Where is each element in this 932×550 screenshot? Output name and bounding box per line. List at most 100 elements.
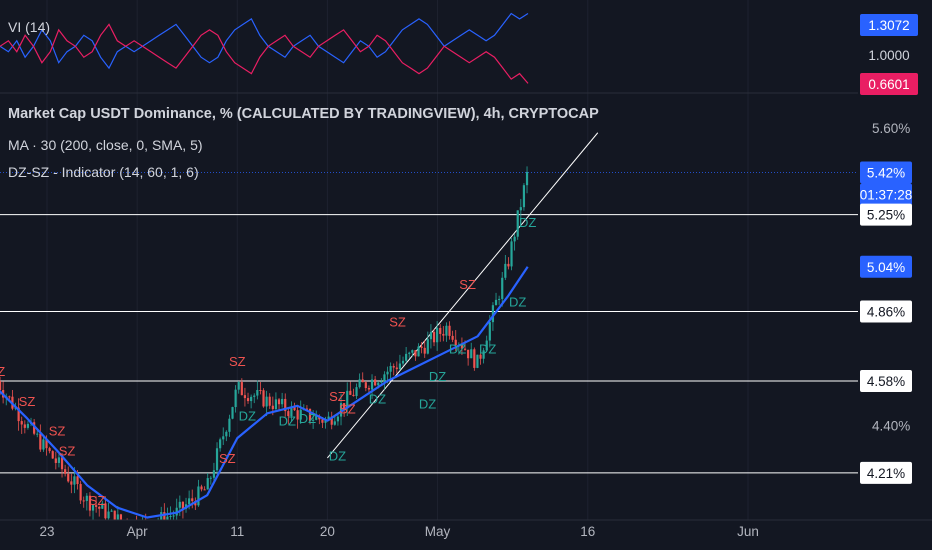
candle-body xyxy=(498,298,501,300)
ma-indicator-legend[interactable]: MA · 30 (200, close, 0, SMA, 5) xyxy=(8,137,203,153)
candle-body xyxy=(20,421,23,425)
candle-body xyxy=(188,498,191,505)
dz-label: DZ xyxy=(369,391,386,406)
price-badge: 4.86% xyxy=(860,300,912,323)
price-badge-label: 5.04% xyxy=(867,260,905,275)
candle-body xyxy=(178,501,181,508)
candle-body xyxy=(504,263,507,278)
candle-body xyxy=(420,346,423,348)
candle-body xyxy=(429,332,433,340)
candle-body xyxy=(259,389,262,391)
candle-body xyxy=(0,381,2,391)
candle-body xyxy=(39,433,42,450)
dz-sz-indicator-legend[interactable]: DZ-SZ - Indicator (14, 60, 1, 6) xyxy=(8,164,199,180)
vortex-indicator-legend[interactable]: VI (14) xyxy=(8,19,50,35)
sz-label: SZ xyxy=(219,451,236,466)
candle-body xyxy=(219,439,222,449)
dz-label: DZ xyxy=(479,342,496,357)
x-tick-label: Apr xyxy=(127,524,149,539)
price-badge: 4.21% xyxy=(860,461,912,484)
candle-body xyxy=(488,322,491,341)
candle-body xyxy=(281,398,284,405)
price-badge-label: 4.21% xyxy=(867,466,905,481)
price-badge: 01:37:28 xyxy=(860,183,912,206)
candle-body xyxy=(237,382,240,390)
candle-body xyxy=(374,379,377,386)
candle-body xyxy=(392,365,395,368)
candle-body xyxy=(417,346,420,357)
candle-body xyxy=(206,478,209,490)
dz-label: DZ xyxy=(419,396,436,411)
dz-label: DZ xyxy=(279,414,296,429)
sz-label: SZ xyxy=(19,394,36,409)
candle-body xyxy=(355,387,358,397)
x-tick-label: 20 xyxy=(320,524,335,539)
candle-body xyxy=(228,418,231,432)
candle-body xyxy=(432,332,436,343)
candle-body xyxy=(23,424,26,428)
candle-body xyxy=(172,515,175,517)
candle-body xyxy=(107,511,110,519)
candle-body xyxy=(352,394,355,397)
candle-body xyxy=(67,473,70,482)
candle-body xyxy=(467,349,470,359)
candle-body xyxy=(494,299,498,306)
candle-body xyxy=(73,476,76,485)
x-tick-label: May xyxy=(425,524,451,539)
candle-body xyxy=(473,349,476,368)
candle-body xyxy=(513,236,516,242)
candle-body xyxy=(364,382,367,389)
candle-body xyxy=(203,489,206,491)
candle-body xyxy=(411,350,414,353)
candle-body xyxy=(36,433,39,435)
candle-body xyxy=(110,510,113,512)
x-tick-label: 16 xyxy=(580,524,595,539)
candle-body xyxy=(200,486,203,490)
dz-label: DZ xyxy=(509,295,526,310)
x-tick-label: Jun xyxy=(737,524,759,539)
candle-body xyxy=(333,421,336,425)
candle-body xyxy=(246,398,250,402)
candle-body xyxy=(442,333,445,336)
candle-body xyxy=(215,448,219,471)
candle-body xyxy=(386,371,389,375)
candle-body xyxy=(51,451,54,459)
candle-body xyxy=(60,457,64,470)
candle-body xyxy=(448,325,451,336)
symbol-legend[interactable]: Market Cap USDT Dominance, % (CALCULATED… xyxy=(8,106,599,122)
candle-body xyxy=(240,382,243,396)
candle-body xyxy=(277,399,281,405)
price-chart[interactable]: SZSZSZSZSZSZSZDZDZDZSZSZDZDZSZDZDZDZSZDZ… xyxy=(0,0,932,550)
sz-label: SZ xyxy=(59,443,76,458)
candle-body xyxy=(395,367,398,370)
chart-background xyxy=(0,0,932,550)
candle-body xyxy=(336,416,340,422)
candle-body xyxy=(268,396,271,406)
candle-body xyxy=(79,484,82,501)
price-badge: 4.58% xyxy=(860,369,912,392)
candle-body xyxy=(8,396,11,398)
dz-label: DZ xyxy=(429,369,446,384)
candle-body xyxy=(370,379,374,390)
candle-body xyxy=(321,419,324,423)
vi-badge-label: 0.6601 xyxy=(868,77,909,92)
candle-body xyxy=(507,263,510,267)
candle-body xyxy=(250,396,253,402)
candle-body xyxy=(389,365,392,372)
candle-body xyxy=(519,207,522,211)
sz-label: SZ xyxy=(339,401,356,416)
candle-body xyxy=(82,500,85,502)
candle-body xyxy=(48,448,51,452)
sz-label: SZ xyxy=(0,364,5,379)
price-badge: 5.42% xyxy=(860,161,912,184)
candle-body xyxy=(42,439,45,450)
candle-body xyxy=(408,352,411,354)
candle-body xyxy=(439,327,442,334)
candle-body xyxy=(361,379,364,383)
candle-body xyxy=(377,382,380,386)
dz-label: DZ xyxy=(299,411,316,426)
candle-body xyxy=(349,390,352,395)
candle-body xyxy=(401,360,405,364)
candle-body xyxy=(380,381,383,383)
candle-body xyxy=(367,388,371,390)
